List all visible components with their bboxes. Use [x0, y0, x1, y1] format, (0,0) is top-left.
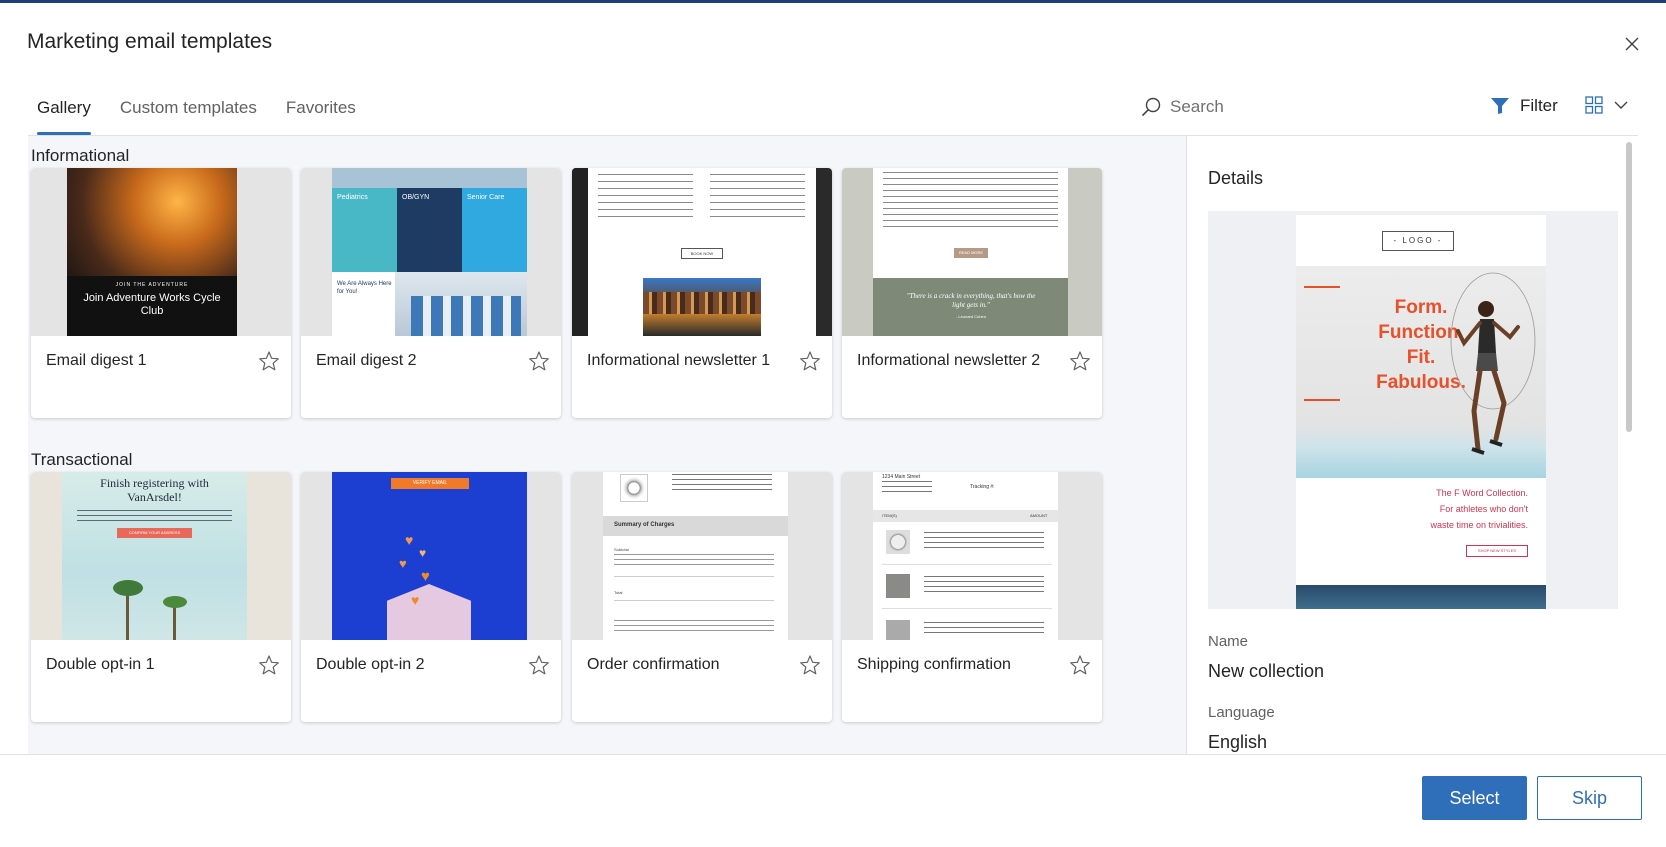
thumb-column-1: Pediatrics [337, 194, 368, 201]
template-name: Informational newsletter 2 [857, 352, 1041, 369]
filter-button[interactable]: Filter [1490, 96, 1558, 116]
template-thumbnail: BOOK NOW [572, 168, 832, 336]
favorite-star-icon[interactable] [1069, 350, 1091, 372]
favorite-star-icon[interactable] [799, 350, 821, 372]
thumb-headline: Finish registering with VanArsdel! [100, 476, 209, 504]
close-icon [1625, 37, 1639, 51]
thumb-kicker: JOIN THE ADVENTURE [115, 282, 189, 288]
template-thumbnail: READ MORE "There is a crack in everythin… [842, 168, 1102, 336]
thumb-subhead: We Are Always Here for You! [337, 281, 392, 295]
filter-label: Filter [1520, 96, 1558, 115]
favorite-star-icon[interactable] [1069, 654, 1091, 676]
search-icon [1141, 97, 1161, 117]
field-value-name: New collection [1208, 661, 1325, 681]
template-thumbnail: VERIFY EMAIL ♥ ♥ ♥ ♥ ♥ [301, 472, 561, 640]
template-card-order-confirmation[interactable]: Summary of Charges Subtotal Total Order … [572, 472, 832, 722]
dialog-title: Marketing email templates [27, 30, 273, 53]
template-card-email-digest-2[interactable]: Pediatrics OB/GYN Senior Care We Are Alw… [301, 168, 561, 418]
template-card-informational-newsletter-2[interactable]: READ MORE "There is a crack in everythin… [842, 168, 1102, 418]
favorite-star-icon[interactable] [799, 654, 821, 676]
thumb-cta: BOOK NOW [681, 248, 723, 259]
template-name: Email digest 1 [46, 352, 147, 369]
template-name: Order confirmation [587, 656, 720, 673]
preview-tagline-line-1: The F Word Collection. [1436, 488, 1528, 498]
template-thumbnail: Summary of Charges Subtotal Total [572, 472, 832, 640]
section-heading-transactional: Transactional [31, 450, 133, 469]
preview-logo: - LOGO - [1382, 231, 1454, 251]
template-preview: - LOGO - Form. Function. Fit. Fabulous. … [1208, 211, 1618, 609]
thumb-summary-heading: Summary of Charges [614, 522, 675, 528]
chevron-down-icon [1614, 101, 1628, 109]
details-panel: Details - LOGO - Form. Function. Fit. Fa… [1208, 136, 1628, 754]
thumb-tracking: Tracking #: [970, 484, 995, 490]
tab-gallery[interactable]: Gallery [37, 90, 91, 136]
thumb-quote: "There is a crack in everything, that's … [906, 292, 1036, 309]
select-button[interactable]: Select [1422, 776, 1527, 820]
template-name: Email digest 2 [316, 352, 417, 369]
template-name: Informational newsletter 1 [587, 352, 771, 369]
close-button[interactable] [1618, 30, 1646, 58]
tab-favorites[interactable]: Favorites [286, 90, 356, 136]
thumb-cta: READ MORE [954, 248, 988, 258]
view-switcher[interactable] [1585, 96, 1629, 114]
preview-cta: SHOP NEW STYLES [1466, 545, 1528, 557]
search-placeholder: Search [1170, 97, 1224, 116]
footer-divider [0, 754, 1666, 755]
thumb-items-header: ITEM(S) [882, 513, 897, 518]
top-accent-bar [0, 0, 1666, 3]
skip-button[interactable]: Skip [1537, 776, 1642, 820]
template-name: Double opt-in 2 [316, 656, 425, 673]
template-thumbnail: JOIN THE ADVENTURE Join Adventure Works … [31, 168, 291, 336]
preview-tagline: The F Word Collection. For athletes who … [1378, 485, 1528, 533]
field-label-name: Name [1208, 633, 1249, 650]
thumb-quote-author: - Leonard Cohen [955, 314, 987, 319]
template-thumbnail: Pediatrics OB/GYN Senior Care We Are Alw… [301, 168, 561, 336]
template-name: Double opt-in 1 [46, 656, 155, 673]
grid-view-icon [1585, 96, 1603, 114]
favorite-star-icon[interactable] [528, 654, 550, 676]
template-thumbnail: Finish registering with VanArsdel! CONFI… [31, 472, 291, 640]
details-title: Details [1208, 168, 1264, 188]
section-heading-informational: Informational [31, 146, 130, 165]
template-gallery: Informational JOIN THE ADVENTURE Join Ad… [28, 136, 1186, 754]
thumb-amount-header: AMOUNT [1030, 513, 1048, 518]
field-label-language: Language [1208, 704, 1275, 721]
search-box[interactable]: Search [1140, 96, 1224, 118]
template-card-double-opt-in-2[interactable]: VERIFY EMAIL ♥ ♥ ♥ ♥ ♥ Double opt-in 2 [301, 472, 561, 722]
preview-tagline-line-2: For athletes who don't [1439, 504, 1528, 514]
panel-divider [1186, 136, 1187, 754]
thumb-cta: VERIFY EMAIL [391, 478, 469, 489]
thumb-column-2: OB/GYN [402, 194, 430, 201]
template-card-shipping-confirmation[interactable]: 1234 Main Street Tracking #: ITEM(S) AMO… [842, 472, 1102, 722]
tab-custom-templates[interactable]: Custom templates [120, 90, 257, 136]
template-card-email-digest-1[interactable]: JOIN THE ADVENTURE Join Adventure Works … [31, 168, 291, 418]
thumb-column-3: Senior Care [467, 194, 505, 201]
thumb-total: Total [614, 590, 623, 595]
favorite-star-icon[interactable] [258, 654, 280, 676]
tab-list: Gallery Custom templates Favorites [37, 90, 385, 136]
preview-athlete-figure [1450, 272, 1536, 455]
template-name: Shipping confirmation [857, 656, 1011, 673]
thumb-subtotal: Subtotal [614, 547, 629, 552]
favorite-star-icon[interactable] [528, 350, 550, 372]
template-thumbnail: 1234 Main Street Tracking #: ITEM(S) AMO… [842, 472, 1102, 640]
thumb-headline: Join Adventure Works Cycle Club [83, 292, 221, 317]
favorite-star-icon[interactable] [258, 350, 280, 372]
preview-tagline-line-3: waste time on trivialities. [1430, 520, 1528, 530]
field-value-language: English [1208, 732, 1268, 752]
thumb-address: 1234 Main Street [882, 474, 921, 480]
template-card-informational-newsletter-1[interactable]: BOOK NOW Informational newsletter 1 [572, 168, 832, 418]
filter-icon [1491, 98, 1509, 114]
template-card-double-opt-in-1[interactable]: Finish registering with VanArsdel! CONFI… [31, 472, 291, 722]
details-scrollbar[interactable] [1626, 142, 1632, 432]
thumb-cta: CONFIRM YOUR ADDRESS [117, 528, 192, 538]
